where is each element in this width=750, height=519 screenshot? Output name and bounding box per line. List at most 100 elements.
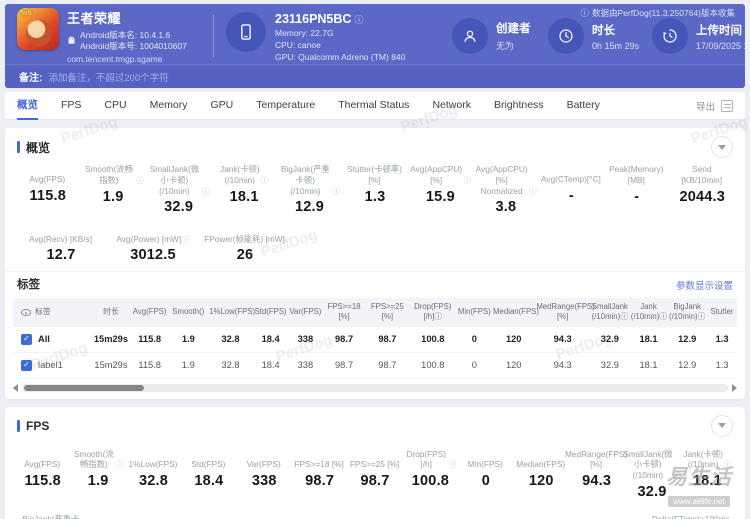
metric-min-fps: Min(FPS)0 [458, 449, 513, 500]
clock-icon [548, 18, 584, 54]
row-checkbox[interactable] [21, 360, 32, 371]
android-version-code: Android版本号: 1004010607 [80, 41, 187, 52]
metric-bigjank: BigJank(严重卡顿) (/10min)ⓘ12.9 [277, 164, 342, 215]
chevron-down-icon [718, 145, 726, 150]
tab-overview[interactable]: 概览 [17, 92, 38, 120]
export-button[interactable]: 导出 [696, 99, 733, 113]
tags-section-title: 标签 [17, 276, 40, 292]
info-icon[interactable]: ⓘ [449, 460, 457, 470]
tags-table: 标签 时长 Avg(FPS) Smooth() 1%Low(FPS) Std(F… [13, 298, 737, 378]
tab-network[interactable]: Network [432, 92, 471, 120]
metric-std-ftime: Std(FTime)14.9 [415, 514, 495, 519]
overview-card: 概览 Avg(FPS)115.8 Smooth(流畅指数)ⓘ1.9 SmallJ… [5, 128, 745, 399]
info-icon[interactable]: ⓘ [724, 460, 732, 470]
metric-avg-fps-interframe: Avg(FPS+InterFrame)115.8 [255, 514, 335, 519]
info-icon[interactable]: ⓘ [202, 187, 210, 197]
info-icon[interactable]: ⓘ [333, 187, 341, 197]
overview-metrics-row2: Avg(Recv) [KB/s]12.7 Avg(Power) [mW]ⓘ301… [5, 223, 745, 271]
chevron-down-icon [718, 423, 726, 428]
metric-smalljank: SmallJank(微小卡顿) (/10min)ⓘ32.9 [146, 164, 211, 215]
metric-avg-power: Avg(Power) [mW]ⓘ3012.5 [107, 223, 199, 263]
section-accent-bar [17, 141, 20, 153]
table-row[interactable]: All 15m29s115.81.932.818.433898.798.7100… [13, 327, 737, 353]
perfdog-report-page: 5v5 王者荣耀 Android版本名: 10.4.1.6 Android版本号… [0, 0, 750, 519]
info-icon[interactable]: ⓘ [354, 13, 363, 26]
scrollbar-track[interactable] [22, 384, 728, 392]
collector-note: ⓘ 数据由PerfDog(11.3.250764)版本收集 [581, 7, 736, 19]
metric-stutter: Stutter(卡顿率) [%]1.3 [95, 514, 175, 519]
metric-jank: Jank(卡顿) (/10min)ⓘ18.1 [211, 164, 276, 215]
metric-std-fps: Std(FPS)18.4 [181, 449, 236, 500]
report-header: 5v5 王者荣耀 Android版本名: 10.4.1.6 Android版本号… [5, 4, 745, 88]
metric-stutter: Stutter(卡顿率) [%]1.3 [342, 164, 407, 215]
horizontal-scrollbar[interactable] [5, 379, 745, 395]
scroll-left-icon[interactable] [13, 384, 18, 392]
duration-block: 时长 0h 15m 29s [548, 18, 652, 54]
metric-median-fps: Median(FPS)120 [514, 449, 569, 500]
metric-avg-appcpu: Avg(AppCPU) [%]ⓘ15.9 [408, 164, 473, 215]
duration-label: 时长 [592, 22, 639, 38]
metric-fps-ge-18: FPS>=18 [%]98.7 [292, 449, 347, 500]
tab-memory[interactable]: Memory [150, 92, 188, 120]
device-model: 23116PN5BC [275, 12, 351, 26]
fps-card: FPS Avg(FPS)115.8 Smooth(流畅指数)ⓘ1.9 1%Low… [5, 407, 745, 519]
metric-bigjank: BigJank(严重卡顿) (/10min)ⓘ12.9 [15, 514, 95, 519]
overview-section-title: 概览 [17, 139, 50, 156]
metric-send: Send [KB/10min]2044.3 [670, 164, 735, 215]
metric-drop-fps: Drop(FPS) [/h]ⓘ100.8 [403, 449, 458, 500]
row-checkbox[interactable] [21, 334, 32, 345]
device-memory: Memory: 22.7G [275, 28, 405, 38]
overview-metrics-row1: Avg(FPS)115.8 Smooth(流畅指数)ⓘ1.9 SmallJank… [5, 162, 745, 223]
app-package: com.tencent.tmgp.sgame [67, 54, 187, 64]
tab-fps[interactable]: FPS [61, 92, 81, 120]
info-icon[interactable]: ⓘ [116, 460, 124, 470]
tab-cpu[interactable]: CPU [104, 92, 126, 120]
metric-delta-ftime: Delta(FTime)>100ms [/h]ⓘ112.3 [655, 514, 735, 519]
tab-temperature[interactable]: Temperature [256, 92, 315, 120]
metric-avg-appcpu-normalized: Avg(AppCPU) [%] Normalizedⓘ3.8 [473, 164, 538, 215]
metric-jank: Jank(卡顿) (/10min)ⓘ18.1 [680, 449, 735, 500]
creator-value: 无为 [496, 39, 531, 52]
metric-smooth: Smooth(流畅指数)ⓘ1.9 [80, 164, 145, 215]
app-info-block: 5v5 王者荣耀 Android版本名: 10.4.1.6 Android版本号… [17, 8, 209, 65]
info-icon[interactable]: ⓘ [136, 176, 144, 186]
android-version-name: Android版本名: 10.4.1.6 [80, 30, 187, 41]
metric-smalljank: SmallJank(微小卡顿) (/10min)ⓘ32.9 [624, 449, 679, 500]
tab-thermal-status[interactable]: Thermal Status [338, 92, 409, 120]
tab-battery[interactable]: Battery [567, 92, 600, 120]
fps-section-title: FPS [17, 419, 49, 433]
app-icon: 5v5 [17, 8, 59, 50]
creator-label: 创建者 [496, 20, 531, 36]
header-divider [213, 15, 214, 57]
table-header-row: 标签 时长 Avg(FPS) Smooth() 1%Low(FPS) Std(F… [13, 298, 737, 326]
metric-medrange-fps: MedRange(FPS)[%]94.3 [569, 449, 624, 500]
app-title: 王者荣耀 [67, 8, 187, 27]
table-row[interactable]: label1 15m29s115.81.932.818.433898.798.7… [13, 352, 737, 378]
display-settings-link[interactable]: 参数显示设置 [676, 278, 733, 292]
scroll-right-icon[interactable] [732, 384, 737, 392]
upload-value: 17/09/2025 17:33:11 [696, 41, 745, 51]
collapse-fps-button[interactable] [711, 415, 733, 437]
device-cpu: CPU: canoe [275, 40, 405, 50]
report-icon[interactable] [721, 100, 733, 112]
info-icon[interactable]: ⓘ [464, 176, 472, 186]
info-icon[interactable]: ⓘ [261, 176, 269, 186]
metric-avg-interframe: Avg(InterFrame)0 [175, 514, 255, 519]
fps-metrics-row2: BigJank(严重卡顿) (/10min)ⓘ12.9 Stutter(卡顿率)… [5, 508, 745, 519]
metric-avg-ftime: Avg(FTime) [ms]8.6 [335, 514, 415, 519]
collapse-overview-button[interactable] [711, 136, 733, 158]
info-icon[interactable]: ⓘ [529, 187, 537, 197]
section-accent-bar [17, 420, 20, 432]
metric-var-fps: Var(FPS)338 [237, 449, 292, 500]
android-icon [67, 32, 76, 50]
tab-gpu[interactable]: GPU [211, 92, 234, 120]
fps-metrics-row1: Avg(FPS)115.8 Smooth(流畅指数)ⓘ1.9 1%Low(FPS… [5, 441, 745, 508]
info-icon[interactable]: ⓘ [182, 235, 190, 245]
scrollbar-thumb[interactable] [24, 385, 144, 391]
remark-input[interactable]: 备注: 添加备注，不超过200个字符 [5, 64, 745, 88]
metric-fps-ge-25: FPS>=25 [%]98.7 [347, 449, 402, 500]
eye-icon[interactable] [21, 309, 31, 316]
tab-brightness[interactable]: Brightness [494, 92, 544, 120]
duration-value: 0h 15m 29s [592, 41, 639, 51]
creator-block: 创建者 无为 [452, 18, 548, 54]
